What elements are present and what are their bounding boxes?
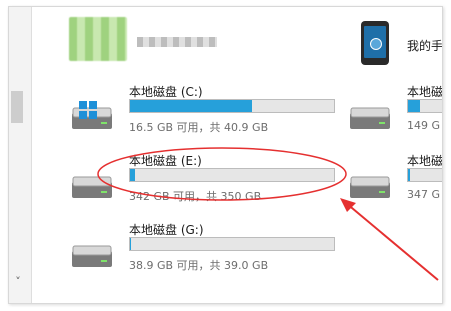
drive-space-info: 16.5 GB 可用，共 40.9 GB <box>129 121 269 134</box>
blurred-user-folder-icon[interactable] <box>69 17 127 61</box>
hard-drive-icon <box>72 245 112 267</box>
drive-right-1[interactable]: 本地磁 149 G <box>349 83 443 145</box>
navigation-pane: ˅ <box>9 7 32 303</box>
drive-usage-bar <box>129 237 335 251</box>
drive-space-info: 347 G <box>407 188 441 201</box>
scroll-down-arrow-icon[interactable]: ˅ <box>11 275 25 289</box>
drive-space-info: 38.9 GB 可用，共 39.0 GB <box>129 259 269 272</box>
phone-device-label[interactable]: 我的手 <box>407 37 442 54</box>
hard-drive-icon <box>350 107 390 129</box>
drive-c[interactable]: 本地磁盘 (C:) 16.5 GB 可用，共 40.9 GB <box>71 83 361 145</box>
drive-usage-bar <box>129 99 335 113</box>
blurred-user-folder-label <box>137 37 217 47</box>
scrollbar-thumb[interactable] <box>11 91 23 123</box>
drive-space-info: 149 G <box>407 119 441 132</box>
drive-usage-bar <box>129 168 335 182</box>
hard-drive-icon <box>72 176 112 198</box>
hard-drive-icon <box>350 176 390 198</box>
drive-label: 本地磁盘 (C:) <box>129 85 203 99</box>
phone-device-icon[interactable] <box>361 21 389 65</box>
windows-logo-icon <box>79 101 97 119</box>
drive-space-info: 342 GB 可用，共 350 GB <box>129 190 262 203</box>
drive-g[interactable]: 本地磁盘 (G:) 38.9 GB 可用，共 39.0 GB <box>71 221 361 283</box>
drive-usage-bar <box>407 99 442 113</box>
drive-e[interactable]: 本地磁盘 (E:) 342 GB 可用，共 350 GB <box>71 152 361 214</box>
drive-label: 本地磁盘 (E:) <box>129 154 202 168</box>
file-explorer-window: ˅ 我的手 本地磁盘 (C:) 16.5 GB 可用，共 40.9 GB 本地磁… <box>8 6 443 304</box>
drive-label: 本地磁 <box>407 85 443 99</box>
drive-label: 本地磁盘 (G:) <box>129 223 204 237</box>
drive-label: 本地磁 <box>407 154 443 168</box>
drive-usage-bar <box>407 168 442 182</box>
drive-right-2[interactable]: 本地磁 347 G <box>349 152 443 214</box>
